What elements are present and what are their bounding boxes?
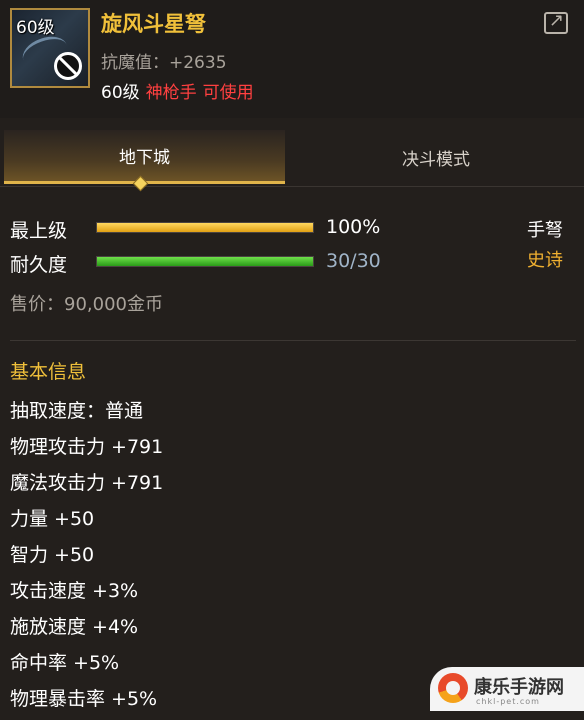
mode-tabs: 地下城 决斗模式	[0, 130, 584, 192]
basic-info-item: 物理攻击力 +791	[10, 436, 164, 458]
level-bar-fill	[97, 223, 313, 232]
level-label: 最上级	[10, 220, 68, 242]
basic-info-item: 抽取速度：普通	[10, 400, 144, 422]
durability-bar	[96, 256, 314, 267]
requirement-class: 神枪手	[145, 83, 197, 103]
basic-info-item: 攻击速度 +3%	[10, 580, 139, 602]
requirement-level: 60级	[101, 83, 140, 103]
basic-info-list: 抽取速度：普通 物理攻击力 +791 魔法攻击力 +791 力量 +50 智力 …	[10, 396, 163, 720]
requirement-usable: 可使用	[202, 83, 254, 103]
tab-pvp[interactable]: 决斗模式	[292, 130, 580, 184]
durability-value: 30/30	[326, 250, 381, 272]
watermark-logo-icon	[438, 673, 468, 703]
item-header: 60级 旋风斗星弩 抗魔值：+2635 60级 神枪手 可使用	[0, 0, 584, 118]
item-name: 旋风斗星弩	[101, 12, 206, 36]
watermark-text: 康乐手游网	[474, 677, 564, 698]
durability-label: 耐久度	[10, 254, 68, 276]
basic-info-item: 力量 +50	[10, 508, 95, 530]
item-requirement: 60级 神枪手 可使用	[101, 78, 254, 103]
basic-info-title: 基本信息	[10, 361, 87, 383]
share-icon[interactable]	[544, 10, 568, 34]
basic-info-item: 物理暴击率 +5%	[10, 688, 158, 710]
item-rarity: 史诗	[527, 250, 563, 271]
item-attribute: 抗魔值：+2635	[101, 53, 227, 73]
basic-info-item: 魔法攻击力 +791	[10, 472, 164, 494]
level-bar	[96, 222, 314, 233]
level-value: 100%	[326, 216, 381, 238]
basic-info-item: 智力 +50	[10, 544, 95, 566]
item-level-badge: 60级	[16, 18, 55, 38]
item-price: 售价：90,000金币	[10, 294, 163, 315]
watermark-sub: chkl-pet.com	[476, 697, 540, 706]
divider	[10, 340, 576, 341]
tab-dungeon[interactable]: 地下城	[4, 130, 285, 184]
basic-info-item: 命中率 +5%	[10, 652, 120, 674]
watermark: 康乐手游网 chkl-pet.com	[430, 667, 584, 711]
basic-info-item: 施放速度 +4%	[10, 616, 139, 638]
forbid-icon	[54, 52, 82, 80]
item-icon-frame[interactable]: 60级	[10, 8, 90, 88]
item-type: 手弩	[527, 220, 563, 241]
durability-bar-fill	[97, 257, 313, 266]
